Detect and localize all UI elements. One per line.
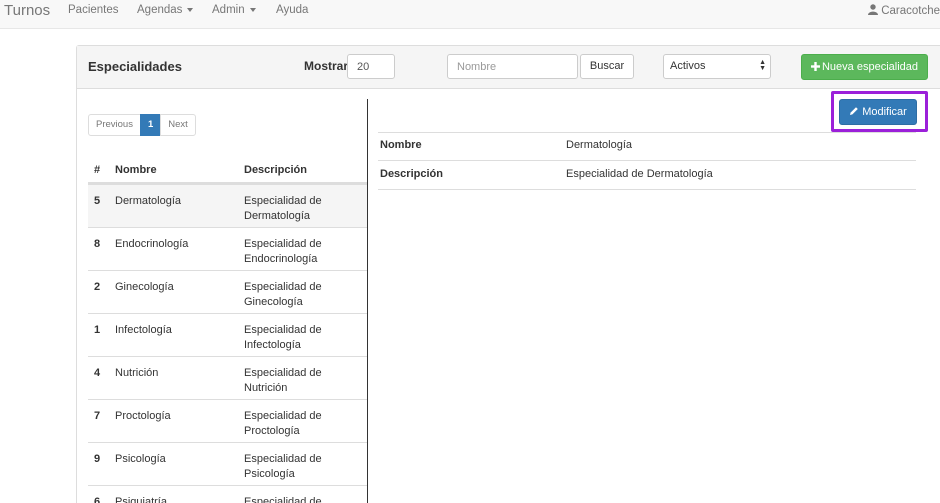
table-row[interactable]: 9 Psicología Especialidad de Psicología [88,442,367,485]
nav-item-label: Agendas [137,4,183,16]
row-id: 7 [94,410,101,422]
detail-value-descripcion: Especialidad de Dermatología [566,168,713,180]
row-nombre: Ginecología [115,281,174,293]
row-nombre: Psiquiatría [115,496,167,503]
row-id: 6 [94,496,101,503]
new-button-label: Nueva especialidad [821,61,918,73]
user-name: Caracotche [881,5,940,17]
caret-down-icon [187,7,194,12]
status-select[interactable]: Activos ▲ ▼ [663,54,771,79]
detail-divider [378,160,916,161]
table-row[interactable]: 1 Infectología Especialidad de Infectolo… [88,313,367,356]
column-header-nombre: Nombre [115,164,157,176]
row-descripcion: Especialidad de Endocrinología [244,238,322,265]
row-descripcion: Especialidad de Dermatología [244,195,322,222]
detail-divider [378,132,916,133]
nav-item-label: Pacientes [68,4,119,16]
caret-down-icon [249,7,256,12]
status-select-value: Activos [670,60,706,72]
nav-item-pacientes[interactable]: Pacientes [68,4,119,16]
row-nombre: Nutrición [115,367,159,379]
row-descripcion: Especialidad de Proctología [244,410,322,437]
row-id: 9 [94,453,101,465]
row-descripcion: Especialidad de Ginecología [244,281,322,308]
detail-label-descripcion: Descripción [380,168,443,180]
column-header-descripcion: Descripción [244,164,307,176]
nav-item-agendas[interactable]: Agendas [137,4,194,16]
nav-item-admin[interactable]: Admin [212,4,256,16]
navbar-brand[interactable]: Turnos [4,2,50,19]
row-nombre: Proctología [115,410,171,422]
table-header: # Nombre Descripción [88,163,367,184]
column-header-id: # [94,164,101,176]
row-id: 8 [94,238,101,250]
column-divider [367,99,368,503]
search-input[interactable] [447,54,578,79]
new-especialidad-button[interactable]: Nueva especialidad [801,54,928,80]
detail-label-nombre: Nombre [380,139,422,151]
table-row[interactable]: 5 Dermatología Especialidad de Dermatolo… [88,184,367,227]
detail-divider [378,189,916,190]
nav-item-label: Ayuda [276,4,309,16]
mostrar-label: Mostrar [304,59,349,73]
nav-item-label: Admin [212,4,245,16]
nav-item-ayuda[interactable]: Ayuda [276,4,308,16]
plus-icon [810,62,820,71]
nav-user-menu[interactable]: Caracotche [868,4,940,17]
detail-value-nombre: Dermatología [566,139,633,151]
table-row[interactable]: 2 Ginecología Especialidad de Ginecologí… [88,270,367,313]
navbar: Turnos Pacientes Agendas Admin Ayuda Car… [0,0,940,29]
pagination-previous[interactable]: Previous [88,114,141,136]
table-row[interactable]: 8 Endocrinología Especialidad de Endocri… [88,227,367,270]
row-id: 2 [94,281,101,293]
row-nombre: Psicología [115,453,166,465]
row-descripcion: Especialidad de Psicología [244,453,322,480]
mostrar-input[interactable] [347,54,395,79]
select-arrows-icon: ▲ ▼ [759,59,766,72]
row-descripcion: Especialidad de Nutrición [244,367,322,394]
row-descripcion: Especialidad de [244,496,322,503]
row-id: 5 [94,195,101,207]
table-row[interactable]: 7 Proctología Especialidad de Proctologí… [88,399,367,442]
row-nombre: Endocrinología [115,238,189,250]
user-icon [868,4,879,15]
especialidades-panel: Especialidades Mostrar Buscar Activos ▲▼… [76,45,940,503]
panel-title: Especialidades [88,59,182,74]
row-nombre: Infectología [115,324,172,336]
highlight-box [831,91,928,132]
search-button[interactable]: Buscar [580,54,634,79]
row-id: 4 [94,367,101,379]
panel-heading: Especialidades Mostrar Buscar Activos ▲▼… [77,46,940,89]
row-id: 1 [94,324,101,336]
table-row[interactable]: 4 Nutrición Especialidad de Nutrición [88,356,367,399]
row-nombre: Dermatología [115,195,182,207]
pagination-next[interactable]: Next [160,114,196,136]
pagination-page[interactable]: 1 [139,114,162,136]
pagination: Previous 1 Next [88,114,196,136]
row-descripcion: Especialidad de Infectología [244,324,322,351]
table-row[interactable]: 6 Psiquiatría Especialidad de [88,485,367,503]
